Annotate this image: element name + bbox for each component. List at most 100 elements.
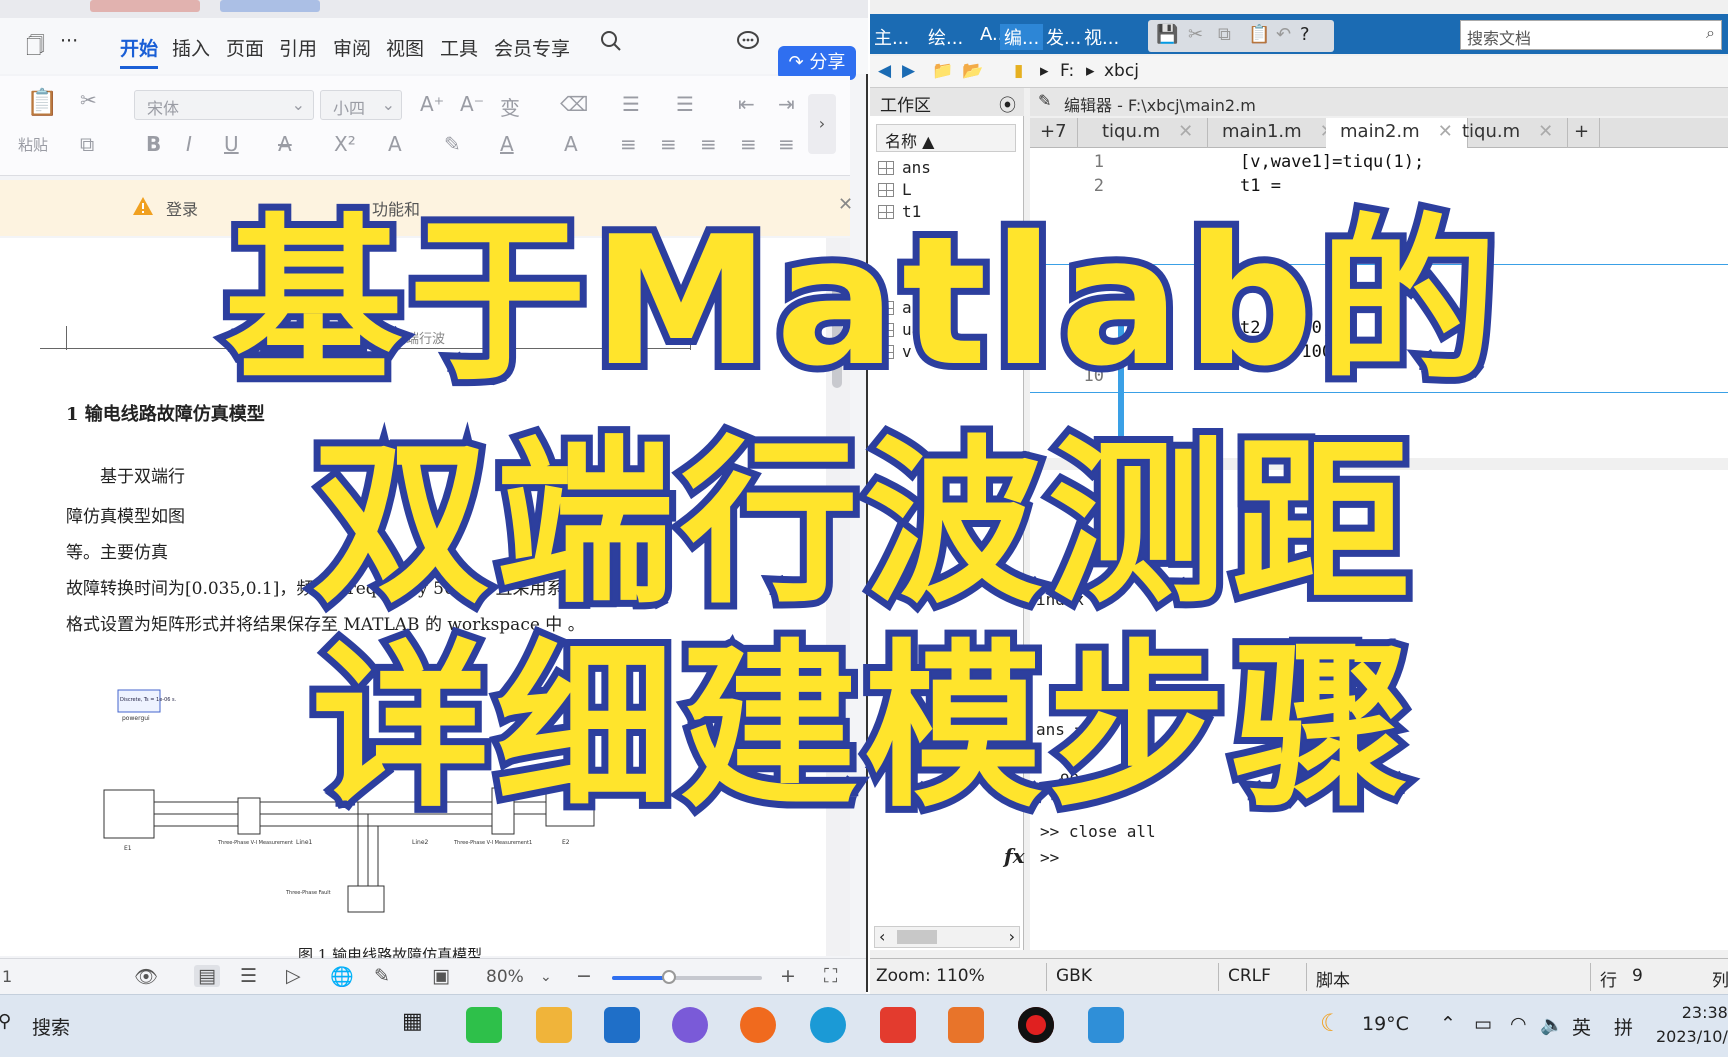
play-icon[interactable]: ▷: [286, 965, 301, 987]
outline-view-icon[interactable]: ☰: [240, 965, 257, 987]
tab-home[interactable]: 主...: [874, 24, 909, 50]
superscript-icon[interactable]: X²: [334, 132, 356, 156]
ime-lang[interactable]: 英: [1572, 1013, 1591, 1040]
title-tab-stub[interactable]: [220, 0, 320, 12]
font-size-select[interactable]: 小四 ⌄: [320, 90, 402, 120]
menu-tab-view[interactable]: 视图: [386, 34, 424, 61]
justify-icon[interactable]: ≡: [740, 132, 757, 156]
menu-tab-insert[interactable]: 插入: [172, 34, 210, 61]
cut-icon[interactable]: ✂: [1188, 24, 1203, 45]
globe-icon[interactable]: 🌐: [330, 965, 354, 988]
align-left-icon[interactable]: ≡: [620, 132, 637, 156]
weather-temp[interactable]: 19°C: [1362, 1013, 1409, 1035]
workspace-hscrollbar[interactable]: ‹ ›: [874, 926, 1020, 948]
search-icon[interactable]: [600, 30, 622, 57]
file-explorer-icon[interactable]: [536, 1007, 572, 1043]
tab-editor[interactable]: 编...: [1000, 24, 1044, 50]
menu-tab-member[interactable]: 会员专享: [494, 34, 570, 61]
zoom-in-icon[interactable]: +: [780, 965, 796, 987]
record-icon[interactable]: [1018, 1007, 1054, 1043]
file-icon[interactable]: 🗍: [26, 32, 45, 64]
eraser-icon[interactable]: ⌫: [560, 92, 588, 116]
tab-overflow[interactable]: +7: [1030, 118, 1078, 148]
font-grow-icon[interactable]: A⁺: [420, 92, 444, 116]
copy-icon[interactable]: ⧉: [80, 132, 94, 156]
doc-search-input[interactable]: 搜索文档 ⌕: [1460, 20, 1722, 50]
menu-tab-home[interactable]: 开始: [120, 34, 159, 69]
volume-icon[interactable]: 🔈: [1540, 1013, 1564, 1036]
tab-tiqu-2[interactable]: tiqu.m ✕: [1448, 118, 1569, 148]
menu-tab-review[interactable]: 审阅: [333, 34, 371, 61]
menu-tab-reference[interactable]: 引用: [279, 34, 317, 61]
cut-icon[interactable]: ✂: [80, 88, 97, 112]
char-shading-icon[interactable]: A: [564, 132, 578, 156]
function-browser-icon[interactable]: fx: [1004, 844, 1025, 868]
new-tab-button[interactable]: +: [1564, 118, 1601, 148]
scrollbar-thumb[interactable]: [897, 930, 937, 944]
zoom-out-icon[interactable]: −: [576, 965, 592, 987]
underline-icon[interactable]: U: [224, 132, 239, 156]
photos-icon[interactable]: [1088, 1007, 1124, 1043]
more-icon[interactable]: ···: [60, 30, 78, 52]
highlight-icon[interactable]: ✎: [444, 132, 461, 156]
paste-icon[interactable]: 📋: [1248, 24, 1270, 45]
scroll-right-icon[interactable]: ›: [1009, 927, 1015, 946]
menu-tab-tools[interactable]: 工具: [440, 34, 478, 61]
wechat-icon[interactable]: [466, 1007, 502, 1043]
share-button[interactable]: ↷ 分享: [778, 46, 856, 80]
ribbon-expand-chevron-icon[interactable]: ›: [808, 94, 836, 154]
outdent-icon[interactable]: ⇤: [738, 92, 755, 116]
zoom-level[interactable]: 80%: [486, 967, 524, 987]
strikethrough-icon[interactable]: A: [278, 132, 292, 156]
align-center-icon[interactable]: ≡: [660, 132, 677, 156]
menu-tab-page[interactable]: 页面: [226, 34, 264, 61]
phonetic-icon[interactable]: 变: [500, 92, 520, 121]
tab-view[interactable]: 视...: [1084, 24, 1119, 50]
bullet-list-icon[interactable]: ☰: [622, 92, 640, 116]
up-folder-icon[interactable]: 📁: [932, 61, 953, 81]
workspace-column-header[interactable]: 名称 ▲: [876, 124, 1016, 152]
chat-icon[interactable]: [736, 30, 760, 57]
font-color-icon[interactable]: A: [500, 132, 514, 156]
tab-tiqu[interactable]: tiqu.m ✕: [1088, 118, 1209, 148]
page-view-icon[interactable]: ▤: [194, 965, 220, 987]
italic-icon[interactable]: I: [186, 132, 192, 156]
search-icon[interactable]: ⌕: [1706, 23, 1715, 43]
tab-plots[interactable]: 绘...: [928, 24, 963, 50]
path-drive[interactable]: F:: [1060, 61, 1074, 81]
wifi-icon[interactable]: ◠: [1510, 1013, 1527, 1035]
panel-menu-icon[interactable]: ⦿: [999, 91, 1016, 116]
firefox-icon[interactable]: [740, 1007, 776, 1043]
font-name-select[interactable]: 宋体 ⌄: [134, 90, 314, 120]
task-view-icon[interactable]: ▦: [402, 1009, 423, 1034]
close-icon[interactable]: ✕: [1178, 121, 1193, 142]
tab-main2[interactable]: main2.m ✕: [1326, 118, 1468, 148]
weather-moon-icon[interactable]: ☾: [1320, 1009, 1342, 1037]
font-shrink-icon[interactable]: A⁻: [460, 92, 484, 116]
distribute-icon[interactable]: ≡: [778, 132, 795, 156]
align-right-icon[interactable]: ≡: [700, 132, 717, 156]
eye-icon[interactable]: 👁: [134, 965, 158, 988]
chevron-up-icon[interactable]: ⌃: [1440, 1013, 1456, 1035]
paste-icon[interactable]: 📋: [26, 88, 58, 118]
matlab-icon[interactable]: [948, 1007, 984, 1043]
zoom-slider[interactable]: [612, 970, 762, 984]
mail-icon[interactable]: [604, 1007, 640, 1043]
current-folder-path[interactable]: ◀ ▶ 📁 📂 ▮ ▸ F: ▸ xbcj: [870, 56, 1728, 88]
copilot-icon[interactable]: [672, 1007, 708, 1043]
pen-icon[interactable]: ✎: [374, 965, 390, 987]
battery-icon[interactable]: ▭: [1474, 1013, 1492, 1035]
tab-publish[interactable]: 发...: [1046, 24, 1081, 50]
help-icon[interactable]: ?: [1300, 24, 1310, 45]
ime-mode[interactable]: 拼: [1614, 1013, 1633, 1040]
back-icon[interactable]: ◀: [878, 61, 891, 81]
zoom-slider-knob[interactable]: [662, 970, 676, 984]
paste-label[interactable]: 粘贴: [18, 134, 48, 155]
browse-folder-icon[interactable]: 📂: [962, 61, 983, 81]
save-icon[interactable]: 💾: [1156, 24, 1178, 45]
text-effect-icon[interactable]: A: [388, 132, 402, 156]
path-folder[interactable]: xbcj: [1104, 61, 1139, 81]
scroll-left-icon[interactable]: ‹: [879, 927, 885, 946]
forward-icon[interactable]: ▶: [902, 61, 915, 81]
title-tab-stub[interactable]: [90, 0, 200, 12]
